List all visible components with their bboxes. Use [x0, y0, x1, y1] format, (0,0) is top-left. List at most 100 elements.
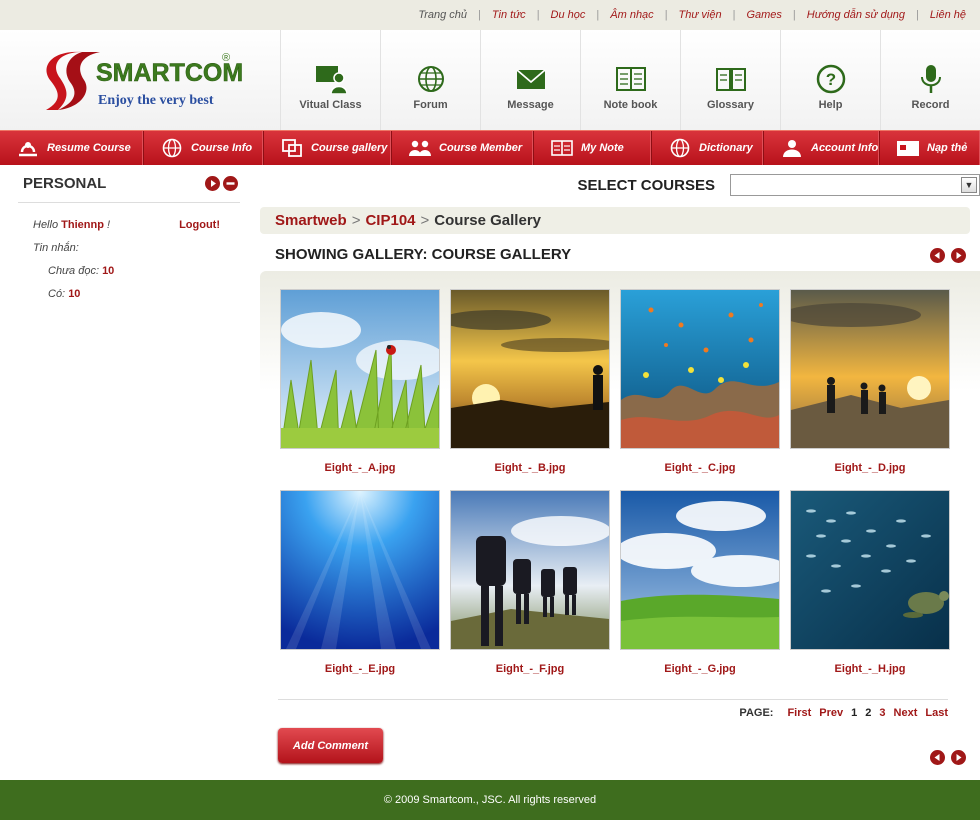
menu-resume-course[interactable]: Resume Course [0, 131, 144, 165]
page-3-link[interactable]: 3 [879, 707, 885, 719]
menu-top-up[interactable]: Nạp thẻ [880, 131, 980, 165]
gallery-item: Eight_-_F.jpg [450, 490, 610, 691]
toplink-news[interactable]: Tin tức [492, 9, 526, 21]
globe-icon [162, 138, 182, 158]
account-icon [783, 140, 801, 157]
nav-glossary[interactable]: Glossary [680, 30, 780, 130]
page-1-link[interactable]: 1 [851, 707, 857, 719]
separator: | [916, 9, 919, 21]
gallery-caption[interactable]: Eight_-_G.jpg [620, 663, 780, 675]
toplink-music[interactable]: Âm nhạc [610, 9, 653, 21]
page-2-link[interactable]: 2 [865, 707, 871, 719]
gallery-caption[interactable]: Eight_-_A.jpg [280, 462, 440, 474]
menu-label: Course Info [191, 142, 253, 154]
unread-count: 10 [102, 264, 115, 277]
chevron-down-icon[interactable]: ▼ [961, 177, 977, 193]
breadcrumb-separator: > [351, 212, 361, 229]
toplink-library[interactable]: Thư viện [679, 9, 722, 21]
gallery-item: Eight_-_A.jpg [280, 289, 440, 490]
gallery-thumbnail[interactable] [620, 490, 780, 650]
virtual-class-icon [315, 66, 347, 94]
greeting-text: Hello [33, 218, 59, 231]
breadcrumb-separator: > [420, 212, 430, 229]
next-button[interactable] [951, 750, 966, 765]
photo-image [281, 290, 439, 448]
separator: | [664, 9, 668, 21]
card-icon [897, 141, 919, 156]
gallery-caption[interactable]: Eight_-_D.jpg [790, 462, 950, 474]
page-next-link[interactable]: Next [894, 707, 918, 719]
gallery-thumbnail[interactable] [280, 490, 440, 650]
notebook-icon [615, 67, 646, 91]
sidebar-body: Hello Thiennp ! Logout! Tin nhắn: Chưa đ… [18, 203, 240, 305]
book-icon [715, 68, 746, 91]
gallery-thumbnail[interactable] [790, 490, 950, 650]
greeting-row: Hello Thiennp ! Logout! [33, 213, 240, 236]
menu-course-info[interactable]: Course Info [144, 131, 264, 165]
arrow-right-icon [956, 252, 962, 259]
arrow-left-icon [934, 754, 940, 761]
gallery-thumbnail[interactable] [280, 289, 440, 449]
gallery-thumbnail[interactable] [790, 289, 950, 449]
copyright-text: © 2009 Smartcom., JSC. All rights reserv… [383, 794, 597, 806]
nav-virtual-class[interactable]: Vitual Class [280, 30, 380, 130]
breadcrumb-site[interactable]: Smartweb [275, 212, 347, 229]
pagination: PAGE: First Prev 1 2 3 Next Last [739, 707, 948, 719]
smartcom-logo[interactable]: SMARTCOM ® Enjoy the very best [40, 48, 260, 118]
next-button[interactable] [951, 248, 966, 263]
menu-my-note[interactable]: My Note [534, 131, 652, 165]
resume-icon [19, 142, 37, 157]
nav-message[interactable]: Message [480, 30, 580, 130]
menu-course-gallery[interactable]: Course gallery [264, 131, 392, 165]
gallery-nav-top [930, 248, 966, 263]
toplink-guide[interactable]: Hướng dẫn sử dụng [807, 9, 905, 21]
photo-image [451, 290, 609, 448]
pagination-label: PAGE: [739, 707, 774, 719]
gallery-title: SHOWING GALLERY: COURSE GALLERY [275, 246, 572, 263]
toplink-home[interactable]: Trang chủ [418, 9, 467, 21]
footer: © 2009 Smartcom., JSC. All rights reserv… [0, 780, 980, 820]
unread-row[interactable]: Chưa đọc: 10 [33, 259, 240, 282]
gallery-thumbnail[interactable] [620, 289, 780, 449]
toplink-study-abroad[interactable]: Du học [551, 9, 586, 21]
total-row[interactable]: Có: 10 [33, 282, 240, 305]
breadcrumb-current: Course Gallery [434, 212, 541, 229]
page-last-link[interactable]: Last [925, 707, 948, 719]
photo-image [791, 491, 949, 649]
logout-link[interactable]: Logout! [179, 219, 220, 231]
gallery-caption[interactable]: Eight_-_H.jpg [790, 663, 950, 675]
toplink-contact[interactable]: Liên hệ [930, 9, 966, 21]
menu-label: Nạp thẻ [927, 142, 968, 154]
separator: | [792, 9, 796, 21]
gallery-thumbnail[interactable] [450, 490, 610, 650]
nav-forum[interactable]: Forum [380, 30, 480, 130]
toplink-games[interactable]: Games [746, 9, 781, 21]
gallery-caption[interactable]: Eight_-_E.jpg [280, 663, 440, 675]
breadcrumb-course[interactable]: CIP104 [365, 212, 415, 229]
main-menu: Resume Course Course Info Course gallery… [0, 130, 980, 165]
gallery-caption[interactable]: Eight_-_C.jpg [620, 462, 780, 474]
gallery-caption[interactable]: Eight_-_F.jpg [450, 663, 610, 675]
nav-label: Note book [603, 99, 658, 111]
menu-course-member[interactable]: Course Member [392, 131, 534, 165]
nav-notebook[interactable]: Note book [580, 30, 680, 130]
expand-button[interactable] [205, 176, 220, 191]
prev-button[interactable] [930, 248, 945, 263]
gallery-item: Eight_-_H.jpg [790, 490, 950, 691]
select-courses-label: SELECT COURSES [577, 176, 715, 194]
add-comment-button[interactable]: Add Comment [278, 728, 383, 763]
prev-button[interactable] [930, 750, 945, 765]
nav-help[interactable]: ? Help [780, 30, 880, 130]
menu-dictionary[interactable]: Dictionary [652, 131, 764, 165]
total-label: Có: [48, 287, 66, 300]
collapse-button[interactable] [223, 176, 238, 191]
gallery-thumbnail[interactable] [450, 289, 610, 449]
gallery-icon [282, 139, 302, 157]
nav-record[interactable]: Record [880, 30, 980, 130]
gallery-caption[interactable]: Eight_-_B.jpg [450, 462, 610, 474]
page-first-link[interactable]: First [787, 707, 811, 719]
nav-label: Forum [413, 99, 448, 111]
page-prev-link[interactable]: Prev [819, 707, 843, 719]
menu-account-info[interactable]: Account Info [764, 131, 880, 165]
course-select[interactable]: ▼ [730, 174, 980, 196]
